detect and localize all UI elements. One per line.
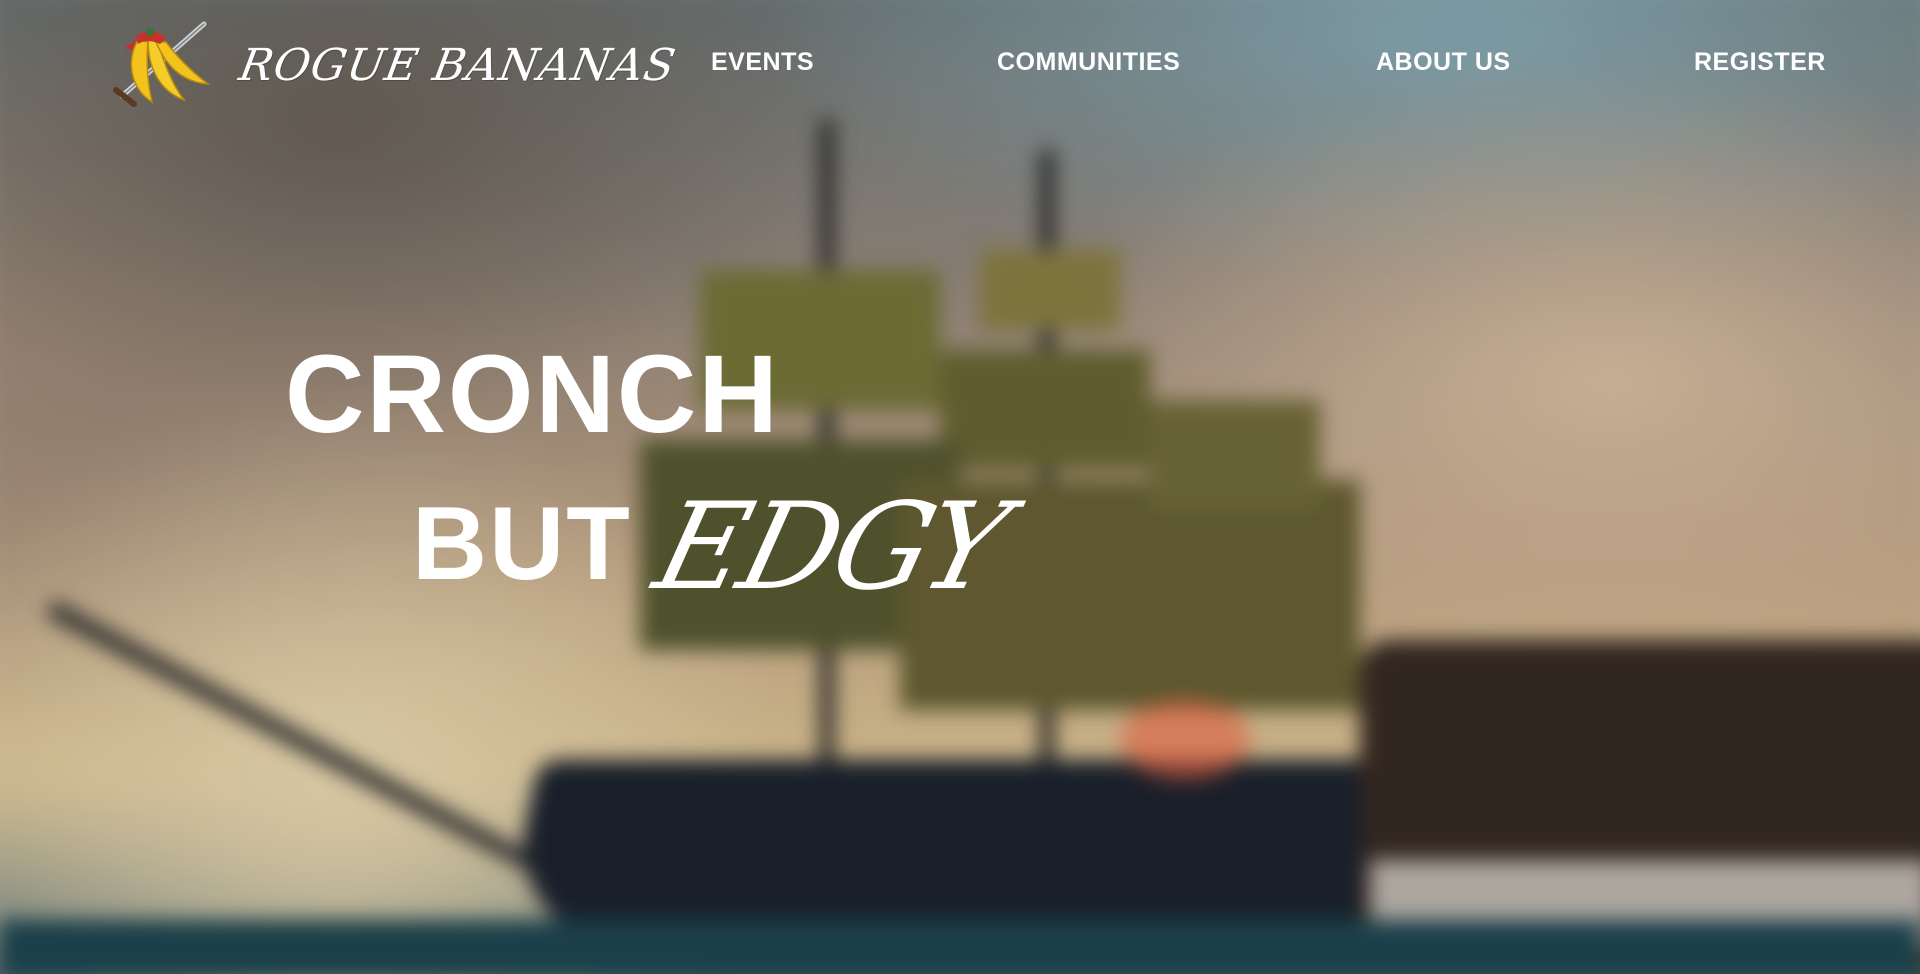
site-header: ROGUE BANANAS EVENTS COMMUNITIES ABOUT U…	[0, 0, 1920, 124]
brand-name: ROGUE BANANAS	[235, 39, 680, 91]
nav-register-link[interactable]: REGISTER	[1694, 48, 1826, 77]
nav-about-us-link[interactable]: ABOUT US	[1376, 48, 1511, 77]
hero-title-accent-word: EDGY	[642, 478, 1018, 617]
brand-home-link[interactable]: ROGUE BANANAS	[108, 18, 680, 112]
hero-title-line2: BUT EDGY	[412, 478, 1018, 617]
nav-communities-link[interactable]: COMMUNITIES	[997, 48, 1180, 77]
banana-sword-logo-icon	[113, 21, 211, 107]
hero-title-plain-word: BUT	[412, 486, 632, 602]
nav-events-link[interactable]: EVENTS	[711, 48, 814, 77]
hero-title-line1: CRONCH	[285, 333, 780, 456]
